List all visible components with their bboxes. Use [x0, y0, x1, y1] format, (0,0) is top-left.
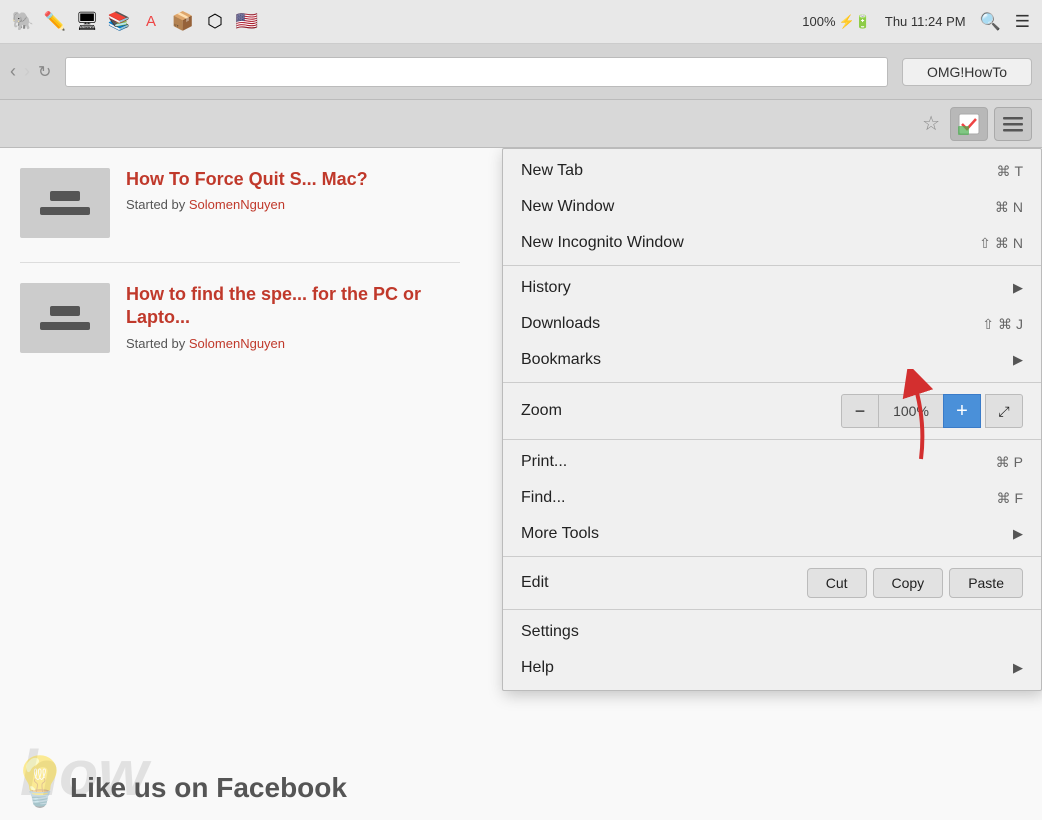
lightbulb-icon: 💡 — [10, 753, 70, 810]
evernote-icon[interactable]: 🐘 — [12, 11, 34, 33]
article-item-2: How to find the spe... for the PC or Lap… — [20, 283, 460, 353]
menubar: 🐘 ✏️ 🖥 📚 A 📦 ⬡ 🇺🇸 100% ⚡🔋 Thu 11:24 PM 🔍… — [0, 0, 1042, 44]
avast-icon[interactable]: A — [140, 11, 162, 33]
article-title-1[interactable]: How To Force Quit S... Mac? — [126, 169, 368, 189]
copy-button[interactable]: Copy — [873, 568, 944, 598]
article-item-1: How To Force Quit S... Mac? Started by S… — [20, 168, 460, 238]
menu-item-bookmarks[interactable]: Bookmarks ▶ — [503, 342, 1041, 378]
pencil-icon[interactable]: ✏️ — [44, 11, 66, 33]
zoom-plus-btn[interactable]: + — [943, 394, 981, 428]
article-list: How To Force Quit S... Mac? Started by S… — [0, 148, 480, 397]
article-thumb-2 — [20, 283, 110, 353]
thumb-graphic-4 — [40, 322, 90, 330]
article-text-1: How To Force Quit S... Mac? Started by S… — [126, 168, 368, 212]
checkbox-icon — [958, 113, 980, 135]
forward-btn[interactable]: › — [24, 61, 30, 82]
flag-icon[interactable]: 🇺🇸 — [236, 11, 258, 33]
menu-item-find[interactable]: Find... ⌘F — [503, 480, 1041, 516]
thumb-graphic-3 — [50, 306, 80, 316]
thumb-graphic — [50, 191, 80, 201]
menu-item-print[interactable]: Print... ⌘P — [503, 444, 1041, 480]
page-content: How To Force Quit S... Mac? Started by S… — [0, 148, 1042, 820]
menu-item-new-tab[interactable]: New Tab ⌘T — [503, 153, 1041, 189]
menu-section-edit: Edit Cut Copy Paste — [503, 557, 1041, 610]
menu-section-tools: Print... ⌘P Find... ⌘F More Tools ▶ — [503, 440, 1041, 557]
cut-button[interactable]: Cut — [807, 568, 867, 598]
menubar-right: 100% ⚡🔋 Thu 11:24 PM 🔍 ☰ — [802, 12, 1030, 32]
battery-icon: ⚡🔋 — [839, 14, 871, 30]
datetime-display: Thu 11:24 PM — [885, 14, 966, 29]
article-title-2[interactable]: How to find the spe... for the PC or Lap… — [126, 284, 421, 327]
list-icon[interactable]: ☰ — [1015, 12, 1030, 32]
menubar-left: 🐘 ✏️ 🖥 📚 A 📦 ⬡ 🇺🇸 — [12, 11, 258, 33]
hamburger-icon — [1003, 114, 1023, 134]
search-icon[interactable]: 🔍 — [980, 12, 1001, 32]
back-btn[interactable]: ‹ — [10, 61, 16, 82]
battery-percent: 100% — [802, 14, 835, 29]
article-byline-1: Started by SolomenNguyen — [126, 197, 368, 212]
zoom-minus-btn[interactable]: − — [841, 394, 879, 428]
paste-button[interactable]: Paste — [949, 568, 1023, 598]
menu-section-new: New Tab ⌘T New Window ⌘N New Incognito W… — [503, 149, 1041, 266]
browser-chrome: ‹ › ↻ OMG!HowTo — [0, 44, 1042, 100]
divider-1 — [20, 262, 460, 263]
bookmark-star-btn[interactable]: ☆ — [918, 107, 944, 140]
chrome-context-menu: New Tab ⌘T New Window ⌘N New Incognito W… — [502, 148, 1042, 691]
reload-btn[interactable]: ↻ — [38, 62, 51, 82]
menu-item-more-tools[interactable]: More Tools ▶ — [503, 516, 1041, 552]
menu-section-nav: History ▶ Downloads ⇧⌘J Bookmarks ▶ — [503, 266, 1041, 383]
books-icon[interactable]: 📚 — [108, 11, 130, 33]
menu-item-new-window[interactable]: New Window ⌘N — [503, 189, 1041, 225]
hex-icon[interactable]: ⬡ — [204, 11, 226, 33]
edit-row: Edit Cut Copy Paste — [503, 561, 1041, 605]
edit-label: Edit — [521, 574, 549, 592]
zoom-controls: − 100% + ⤢ — [841, 394, 1023, 428]
extensions-btn[interactable] — [950, 107, 988, 141]
monitor-icon[interactable]: 🖥 — [76, 11, 98, 33]
menu-btn[interactable] — [994, 107, 1032, 141]
edit-buttons: Cut Copy Paste — [807, 568, 1023, 598]
zoom-expand-btn[interactable]: ⤢ — [985, 394, 1023, 428]
article-byline-2: Started by SolomenNguyen — [126, 336, 460, 351]
zoom-row: Zoom − 100% + ⤢ — [503, 387, 1041, 435]
menu-section-zoom: Zoom − 100% + ⤢ — [503, 383, 1041, 440]
menu-item-help[interactable]: Help ▶ — [503, 650, 1041, 686]
menu-item-settings[interactable]: Settings — [503, 614, 1041, 650]
dropbox-icon[interactable]: 📦 — [172, 11, 194, 33]
thumb-graphic-2 — [40, 207, 90, 215]
menu-item-history[interactable]: History ▶ — [503, 270, 1041, 306]
like-facebook-text: Like us on Facebook — [70, 772, 347, 804]
battery-display: 100% ⚡🔋 — [802, 14, 871, 30]
article-text-2: How to find the spe... for the PC or Lap… — [126, 283, 460, 351]
browser-toolbar: ☆ — [0, 100, 1042, 148]
menu-item-incognito[interactable]: New Incognito Window ⇧⌘N — [503, 225, 1041, 261]
menu-item-downloads[interactable]: Downloads ⇧⌘J — [503, 306, 1041, 342]
zoom-label: Zoom — [521, 402, 562, 420]
article-author-2[interactable]: SolomenNguyen — [189, 336, 285, 351]
zoom-value-display: 100% — [879, 394, 943, 428]
menu-section-settings: Settings Help ▶ — [503, 610, 1041, 690]
article-author-1[interactable]: SolomenNguyen — [189, 197, 285, 212]
omg-search-box[interactable]: OMG!HowTo — [902, 58, 1032, 86]
article-thumb-1 — [20, 168, 110, 238]
